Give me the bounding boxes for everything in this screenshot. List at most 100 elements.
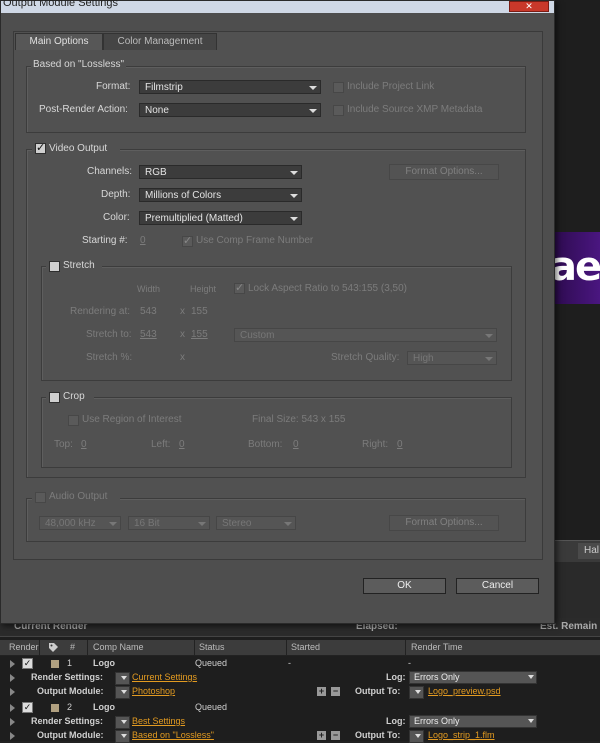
queue-item[interactable]: ✓ 2 Logo Queued	[0, 701, 600, 715]
crop-checkbox[interactable]	[49, 392, 60, 403]
expand-icon[interactable]	[10, 732, 15, 740]
audio-channels-dropdown[interactable]: Stereo	[216, 516, 296, 530]
label-swatch[interactable]	[51, 660, 59, 668]
chevron-down-icon	[289, 191, 298, 200]
item-comp-name: Logo	[93, 702, 115, 712]
col-render[interactable]: Render	[9, 642, 39, 652]
item-number: 2	[67, 702, 73, 712]
use-roi-label: Use Region of Interest	[82, 414, 182, 425]
log-dropdown[interactable]: Errors Only	[409, 715, 537, 728]
chevron-down-icon	[308, 83, 317, 92]
add-output-module-icon[interactable]: +	[317, 731, 326, 740]
output-module-dropdown[interactable]	[115, 686, 130, 699]
ok-button[interactable]: OK	[363, 578, 446, 594]
stretch-quality-dropdown[interactable]: High	[407, 351, 497, 365]
render-settings-dropdown[interactable]	[115, 672, 130, 685]
starting-number-value[interactable]: 0	[140, 235, 146, 246]
expand-icon[interactable]	[10, 688, 15, 696]
lock-aspect-checkbox[interactable]: ✓	[234, 282, 245, 294]
use-roi-checkbox[interactable]	[68, 415, 79, 426]
expand-icon[interactable]	[10, 718, 15, 726]
stretch-quality-value: High	[413, 353, 434, 364]
include-xmp-label: Include Source XMP Metadata	[347, 104, 483, 115]
final-size-label: Final Size: 543 x 155	[252, 414, 346, 425]
use-comp-frame-checkbox[interactable]: ✓	[182, 235, 193, 247]
queue-item[interactable]: ✓ 1 Logo Queued - -	[0, 657, 600, 671]
starting-number-label: Starting #:	[82, 235, 128, 246]
expand-icon[interactable]	[10, 704, 15, 712]
close-button[interactable]: ✕	[509, 1, 549, 12]
output-to-dropdown[interactable]	[409, 686, 424, 699]
format-group	[26, 66, 526, 133]
format-dropdown[interactable]: Filmstrip	[139, 80, 321, 94]
expand-icon[interactable]	[10, 660, 15, 668]
render-settings-dropdown[interactable]	[115, 716, 130, 729]
color-dropdown[interactable]: Premultiplied (Matted)	[139, 211, 302, 225]
stretch-checkbox[interactable]	[49, 261, 60, 272]
composition-preview: ae	[548, 232, 600, 304]
color-value: Premultiplied (Matted)	[145, 213, 243, 224]
audio-rate-dropdown[interactable]: 48,000 kHz	[39, 516, 121, 530]
audio-format-options-button[interactable]: Format Options...	[389, 515, 499, 531]
video-output-checkbox[interactable]: ✓	[35, 142, 46, 154]
stretch-preset-dropdown[interactable]: Custom	[234, 328, 497, 342]
output-module-link[interactable]: Photoshop	[132, 686, 175, 696]
tab-color-management[interactable]: Color Management	[103, 33, 217, 50]
output-module-link[interactable]: Based on "Lossless"	[132, 730, 214, 740]
dialog-titlebar[interactable]: Output Module Settings	[1, 0, 554, 13]
preview-text: ae	[550, 244, 600, 290]
output-module-dropdown[interactable]	[115, 730, 130, 743]
remove-output-module-icon[interactable]: −	[331, 687, 340, 696]
remove-output-module-icon[interactable]: −	[331, 731, 340, 740]
tab-main-options[interactable]: Main Options	[15, 33, 103, 50]
render-settings-link[interactable]: Best Settings	[132, 716, 185, 726]
render-checkbox[interactable]: ✓	[22, 702, 33, 713]
stretch-width-field[interactable]: 543	[140, 329, 157, 340]
format-value: Filmstrip	[145, 82, 183, 93]
render-settings-link[interactable]: Current Settings	[132, 672, 197, 682]
audio-channels-value: Stereo	[222, 518, 252, 529]
expand-icon[interactable]	[10, 674, 15, 682]
render-checkbox[interactable]: ✓	[22, 658, 33, 669]
stretch-percent-x: x	[180, 352, 185, 363]
item-comp-name: Logo	[93, 658, 115, 668]
add-output-module-icon[interactable]: +	[317, 687, 326, 696]
rendering-x: x	[180, 306, 185, 317]
stretch-height-field[interactable]: 155	[191, 329, 208, 340]
crop-right-field[interactable]: 0	[397, 439, 403, 450]
stretch-quality-label: Stretch Quality:	[331, 352, 400, 363]
hal-button[interactable]: Hal	[578, 543, 600, 559]
crop-top-field[interactable]: 0	[81, 439, 87, 450]
dialog-title: Output Module Settings	[3, 0, 118, 9]
video-format-options-button[interactable]: Format Options...	[389, 164, 499, 180]
channels-label: Channels:	[87, 166, 133, 177]
output-to-link[interactable]: Logo_preview.psd	[428, 686, 501, 696]
chevron-down-icon	[308, 106, 317, 115]
item-number: 1	[67, 658, 73, 668]
post-render-dropdown[interactable]: None	[139, 103, 321, 117]
stretch-to-label: Stretch to:	[86, 329, 132, 340]
crop-bottom-field[interactable]: 0	[293, 439, 299, 450]
audio-output-checkbox[interactable]	[35, 492, 46, 503]
col-status[interactable]: Status	[199, 642, 225, 652]
cancel-button[interactable]: Cancel	[456, 578, 539, 594]
crop-top-label: Top:	[54, 439, 73, 450]
crop-left-field[interactable]: 0	[179, 439, 185, 450]
log-dropdown[interactable]: Errors Only	[409, 671, 537, 684]
col-started[interactable]: Started	[291, 642, 320, 652]
audio-bits-dropdown[interactable]: 16 Bit	[128, 516, 210, 530]
output-to-dropdown[interactable]	[409, 730, 424, 743]
col-render-time[interactable]: Render Time	[411, 642, 463, 652]
label-swatch[interactable]	[51, 704, 59, 712]
col-comp-name[interactable]: Comp Name	[93, 642, 144, 652]
depth-dropdown[interactable]: Millions of Colors	[139, 188, 302, 202]
chevron-down-icon	[484, 331, 493, 340]
output-to-link[interactable]: Logo_strip_1.flm	[428, 730, 495, 740]
width-header: Width	[137, 284, 161, 294]
channels-dropdown[interactable]: RGB	[139, 165, 302, 179]
include-project-link-checkbox[interactable]	[333, 82, 344, 93]
include-xmp-checkbox[interactable]	[333, 105, 344, 116]
col-number[interactable]: #	[70, 642, 75, 652]
item-status: Queued	[195, 658, 228, 668]
stretch-label: Stretch	[63, 260, 95, 271]
